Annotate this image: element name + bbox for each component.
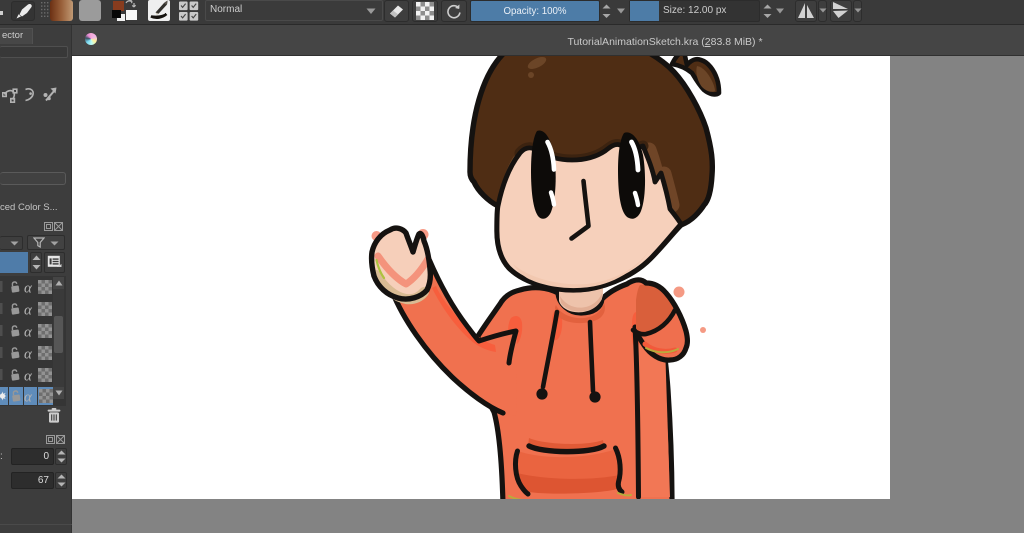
svg-text:α: α <box>24 390 33 406</box>
svg-text:α: α <box>24 347 33 363</box>
svg-text:α: α <box>24 281 33 297</box>
svg-text:α: α <box>24 325 33 341</box>
svg-text:α: α <box>24 303 33 319</box>
svg-text:α: α <box>24 369 33 385</box>
